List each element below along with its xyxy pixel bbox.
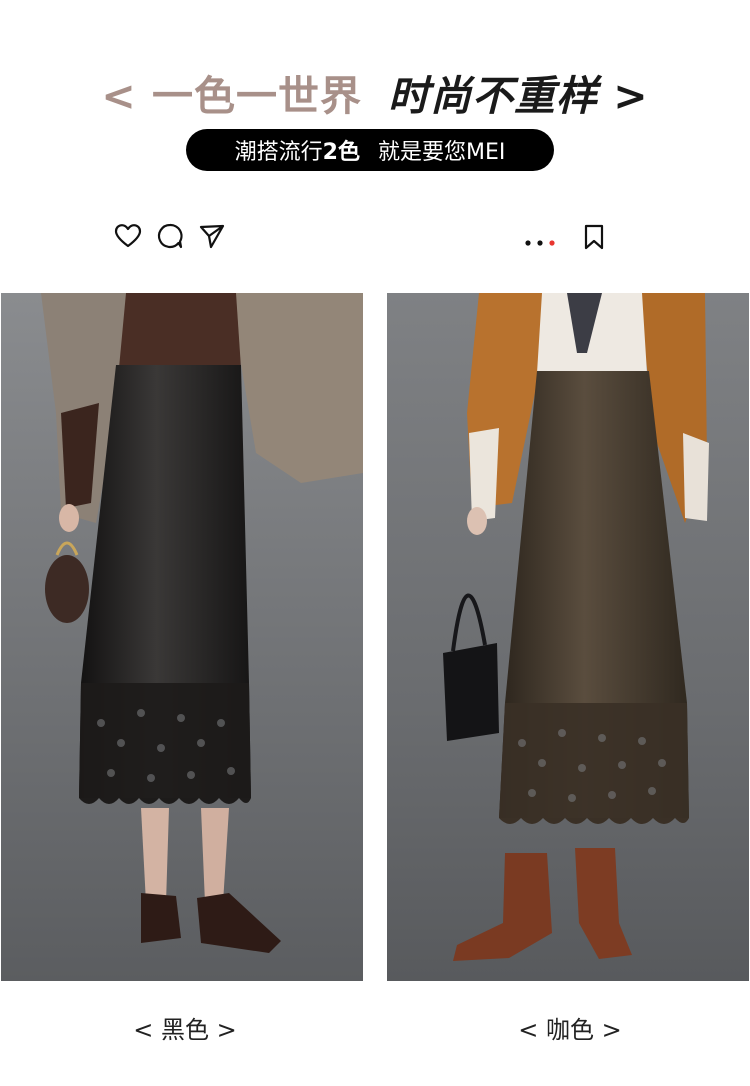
- heart-icon[interactable]: [114, 223, 142, 253]
- product-photo-brown: [387, 293, 749, 981]
- headline: < 一色一世界 时尚不重样 >: [0, 62, 750, 122]
- caption-brown: < 咖色 >: [518, 1016, 622, 1044]
- comment-icon[interactable]: [156, 222, 184, 254]
- headline-right: 时尚不重样 >: [388, 72, 649, 120]
- send-icon[interactable]: [198, 222, 226, 254]
- caption-black: < 黑色 >: [133, 1016, 237, 1044]
- subtitle-pill: 潮搭流行 2色 就是要您MEI: [186, 129, 554, 171]
- bookmark-icon[interactable]: [583, 224, 605, 254]
- pill-text-2: 就是要您MEI: [377, 140, 506, 165]
- headline-left: < 一色一世界: [101, 72, 362, 120]
- pill-text-1: 潮搭流行: [234, 140, 323, 165]
- pill-text-bold: 2色: [322, 140, 360, 165]
- more-dots-icon[interactable]: [524, 232, 558, 251]
- product-photo-black: [1, 293, 363, 981]
